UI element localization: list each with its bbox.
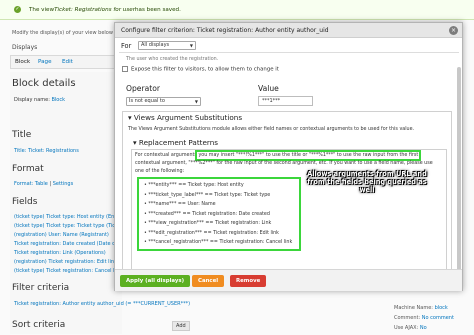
filter-item-link[interactable]: Ticket registration: Author entity autho…: [14, 301, 190, 307]
vas-description: The Views Argument Substitutions module …: [128, 127, 415, 132]
message-text-pre: The view: [29, 6, 55, 13]
format-heading: Format: [12, 164, 44, 174]
ctx-line-2: contextual argument, "***%2***" for the …: [135, 161, 433, 166]
for-label: For: [121, 42, 132, 50]
annotation-text: Allows arguments from URL and from the f…: [307, 170, 427, 194]
highlighted-text: you may insert "***!%1***" to use the ti…: [195, 150, 422, 161]
field-link[interactable]: (ticket type) Ticket type: Ticket type (…: [14, 223, 125, 229]
operator-value: Is not equal to: [129, 98, 165, 104]
pattern-item: • ***name*** == User: Name: [144, 202, 216, 207]
chevron-down-icon: ▼: [189, 43, 193, 48]
use-ajax-link[interactable]: No: [420, 325, 427, 331]
fields-heading: Fields: [12, 197, 38, 207]
status-message: ✓ The view Ticket: Registrations for use…: [0, 0, 474, 20]
dialog-scrollbar[interactable]: [457, 67, 461, 279]
machine-name-link[interactable]: block: [435, 305, 448, 311]
configure-filter-dialog: Configure filter criterion: Ticket regis…: [114, 22, 463, 291]
displays-label: Displays: [12, 44, 38, 51]
close-icon[interactable]: ×: [449, 26, 458, 35]
format-row: Format: Table | Settings: [14, 181, 74, 187]
chevron-down-icon: ▼: [194, 99, 198, 104]
pattern-item: • ***created*** == Ticket registration: …: [144, 211, 270, 217]
check-icon: ✓: [14, 6, 21, 13]
value-label: Value: [258, 84, 279, 93]
tab-block[interactable]: Block: [15, 59, 30, 65]
format-table-link[interactable]: Format: Table: [14, 181, 48, 187]
display-tabs: Block Page Edit: [10, 55, 122, 69]
checkbox-icon[interactable]: [122, 66, 128, 72]
tab-edit[interactable]: Edit: [62, 59, 73, 65]
vas-header[interactable]: ▾ Views Argument Substitutions: [128, 113, 242, 122]
pattern-item: • ***edit_registration*** == Ticket regi…: [144, 230, 279, 236]
expose-filter-checkbox[interactable]: Expose this filter to visitors, to allow…: [122, 66, 279, 73]
divider: [119, 52, 459, 53]
value-input[interactable]: ***1***: [258, 96, 313, 106]
sort-heading: Sort criteria: [12, 320, 66, 330]
filter-description: The user who created the registration.: [126, 57, 219, 62]
filter-heading: Filter criteria: [12, 283, 70, 293]
remove-button[interactable]: Remove: [230, 275, 267, 287]
pattern-item: • ***view_registration*** == Ticket regi…: [144, 221, 272, 226]
display-details: Block details Display name: Block Title …: [10, 72, 190, 334]
dialog-title: Configure filter criterion: Ticket regis…: [115, 23, 462, 38]
message-text-post: has been saved.: [135, 6, 181, 13]
dialog-button-bar: Apply (all displays) Cancel Remove: [115, 269, 462, 291]
expose-label: Expose this filter to visitors, to allow…: [131, 66, 279, 73]
tab-page[interactable]: Page: [38, 59, 52, 65]
ctx-line-1: For contextual arguments you may insert …: [135, 150, 422, 161]
pattern-list: • ***entity*** == Ticket type: Host enti…: [144, 181, 292, 248]
field-link[interactable]: (registration) Ticket registration: Edit…: [14, 259, 117, 265]
vas-fieldset: ▾ Views Argument Substitutions The Views…: [122, 111, 452, 285]
comment: Comment: No comment: [394, 315, 454, 321]
replacement-patterns-box: For contextual arguments you may insert …: [131, 149, 447, 282]
operator-select[interactable]: Is not equal to ▼: [126, 97, 201, 106]
pattern-item: • ***entity*** == Ticket type: Host enti…: [144, 183, 244, 188]
for-select-value: All displays: [141, 42, 170, 48]
field-link[interactable]: (registration) User: Name (Registrant): [14, 232, 109, 238]
replacement-patterns-header[interactable]: ▾ Replacement Patterns: [133, 138, 218, 147]
ctx-line-3: one of the following:: [135, 169, 185, 174]
display-name-link[interactable]: Block: [51, 97, 65, 103]
view-name-text: Ticket: Registrations for user: [54, 6, 136, 13]
title-heading: Title: [12, 130, 32, 140]
pattern-item: • ***cancel_registration*** == Ticket re…: [144, 240, 293, 245]
title-link[interactable]: Title: Ticket: Registrations: [14, 148, 79, 154]
operator-label: Operator: [126, 84, 160, 93]
for-select[interactable]: All displays ▼: [138, 41, 196, 50]
add-sort-button[interactable]: Add: [172, 321, 190, 331]
use-ajax: Use AJAX: No: [394, 325, 427, 331]
block-details-heading: Block details: [12, 78, 76, 89]
cancel-button[interactable]: Cancel: [192, 275, 225, 287]
display-name-label: Display name: Block: [14, 97, 66, 103]
apply-button[interactable]: Apply (all displays): [120, 275, 191, 287]
machine-name: Machine Name: block: [394, 305, 448, 311]
format-settings-link[interactable]: Settings: [53, 181, 74, 187]
field-link[interactable]: Ticket registration: Link (Operations): [14, 250, 106, 256]
field-link[interactable]: (ticket type) Ticket type: Host entity (…: [14, 214, 125, 220]
pattern-item: • ***ticket_type_label*** == Ticket type…: [144, 192, 271, 198]
modify-text: Modify the display(s) of your view below…: [12, 30, 120, 36]
comment-link[interactable]: No comment: [422, 315, 454, 321]
